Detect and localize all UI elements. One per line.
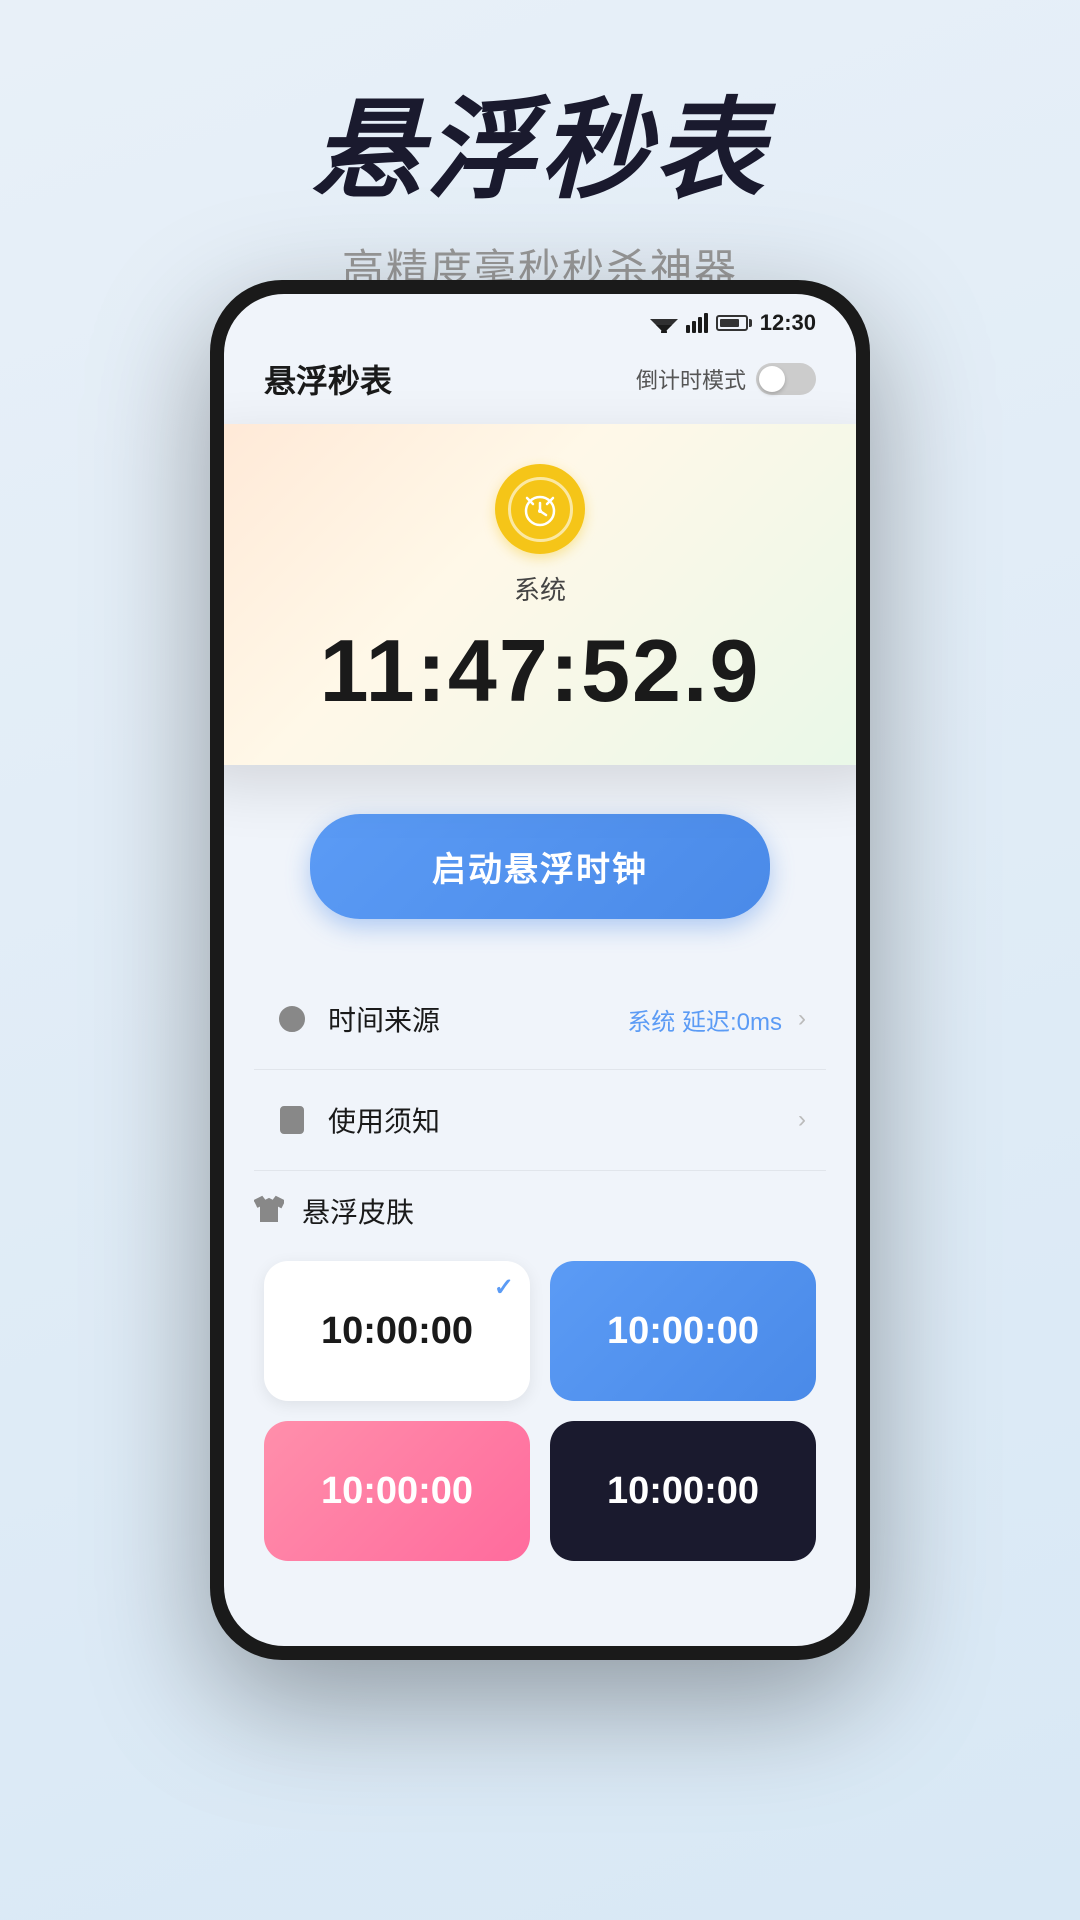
time-source-label: 时间来源 <box>328 999 440 1039</box>
timer-display: 11:47:52.9 <box>244 627 836 715</box>
usage-notice-right: › <box>792 1106 806 1134</box>
skin-time-light: 10:00:00 <box>321 1310 473 1353</box>
settings-list: 时间来源 系统 延迟:0ms › <box>224 969 856 1171</box>
floating-timer-card: 系统 11:47:52.9 <box>224 424 856 765</box>
alarm-clock-icon <box>519 488 561 530</box>
clock-outline-icon <box>274 1001 310 1037</box>
clock-icon-wrapper <box>495 464 585 554</box>
clock-icon-inner <box>508 477 573 542</box>
usage-notice-label: 使用须知 <box>328 1100 440 1140</box>
time-source-left: 时间来源 <box>274 999 440 1039</box>
chevron-right-icon: › <box>798 1005 806 1033</box>
skin-time-blue: 10:00:00 <box>607 1310 759 1353</box>
phone-screen: 12:30 悬浮秒表 倒计时模式 <box>224 294 856 1646</box>
app-title-large: 悬浮秒表 <box>0 60 1080 220</box>
skin-section-label: 悬浮皮肤 <box>302 1191 414 1231</box>
skin-grid: ✓ 10:00:00 10:00:00 10:00:00 <box>254 1261 826 1561</box>
start-button-area: 启动悬浮时钟 <box>224 814 856 919</box>
time-source-right: 系统 延迟:0ms › <box>627 1002 806 1037</box>
hero-section: 悬浮秒表 高精度毫秒秒杀神器 <box>0 0 1080 297</box>
usage-notice-item[interactable]: 使用须知 › <box>254 1070 826 1171</box>
skin-card-pink[interactable]: 10:00:00 <box>264 1421 530 1561</box>
skin-header: 悬浮皮肤 <box>254 1191 826 1231</box>
skin-section: 悬浮皮肤 ✓ 10:00:00 10:00:00 <box>224 1171 856 1561</box>
time-source-value: 系统 延迟:0ms <box>627 1002 782 1037</box>
phone-frame: 12:30 悬浮秒表 倒计时模式 <box>210 280 870 1660</box>
document-icon <box>274 1102 310 1138</box>
skin-selected-check: ✓ <box>494 1273 514 1302</box>
skin-card-light[interactable]: ✓ 10:00:00 <box>264 1261 530 1401</box>
skin-card-dark[interactable]: 10:00:00 <box>550 1421 816 1561</box>
skin-time-pink: 10:00:00 <box>321 1470 473 1513</box>
start-floating-clock-button[interactable]: 启动悬浮时钟 <box>310 814 770 919</box>
skin-time-dark: 10:00:00 <box>607 1470 759 1513</box>
phone-mockup: 12:30 悬浮秒表 倒计时模式 <box>210 280 870 1660</box>
source-label: 系统 <box>244 570 836 607</box>
chevron-right-icon-2: › <box>798 1106 806 1134</box>
tshirt-icon <box>254 1193 284 1230</box>
time-source-item[interactable]: 时间来源 系统 延迟:0ms › <box>254 969 826 1070</box>
skin-card-blue[interactable]: 10:00:00 <box>550 1261 816 1401</box>
usage-notice-left: 使用须知 <box>274 1100 440 1140</box>
main-content: 系统 11:47:52.9 启动悬浮时钟 <box>224 294 856 1646</box>
